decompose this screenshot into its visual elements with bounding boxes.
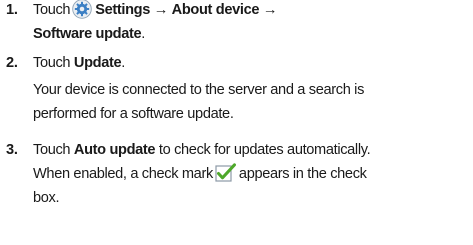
settings-gear-icon	[72, 0, 92, 19]
step-3-line-2: When enabled, a check mark appears in th…	[33, 163, 367, 184]
step-2-line-1: Touch Update.	[33, 53, 125, 73]
step-3-line-2-end: appears in the check	[238, 166, 367, 182]
about-device-label: About device	[171, 2, 260, 18]
update-label: Update	[73, 55, 122, 71]
auto-update-label: Auto update	[73, 142, 156, 158]
checkbox-checked-icon	[215, 163, 236, 182]
period: .	[141, 26, 145, 42]
touch-text: Touch	[33, 142, 71, 158]
step-2-desc-line-1: Your device is connected to the server a…	[33, 82, 365, 98]
settings-label: Settings	[95, 2, 150, 18]
step-3-line-3: box.	[33, 190, 60, 206]
step-3-suffix: to check for updates automatically.	[158, 142, 371, 158]
software-update-label: Software update	[33, 26, 142, 42]
period: .	[121, 55, 126, 71]
step-number: 1.	[6, 2, 18, 18]
step-number: 3.	[6, 142, 18, 158]
step-2-desc-line-2: performed for a software update.	[33, 106, 234, 122]
arrow: →	[153, 2, 169, 18]
touch-text: Touch	[33, 55, 71, 71]
step-3-line-2-start: When enabled, a check mark	[33, 166, 213, 182]
step-3-line-1: Touch Auto update to check for updates a…	[33, 140, 371, 160]
step-1-line-1: Touch Settings → About device →	[33, 0, 277, 20]
touch-text: Touch	[33, 2, 71, 18]
step-1-line-2: Software update.	[33, 24, 145, 44]
step-number: 2.	[6, 55, 18, 71]
arrow: →	[262, 2, 278, 18]
